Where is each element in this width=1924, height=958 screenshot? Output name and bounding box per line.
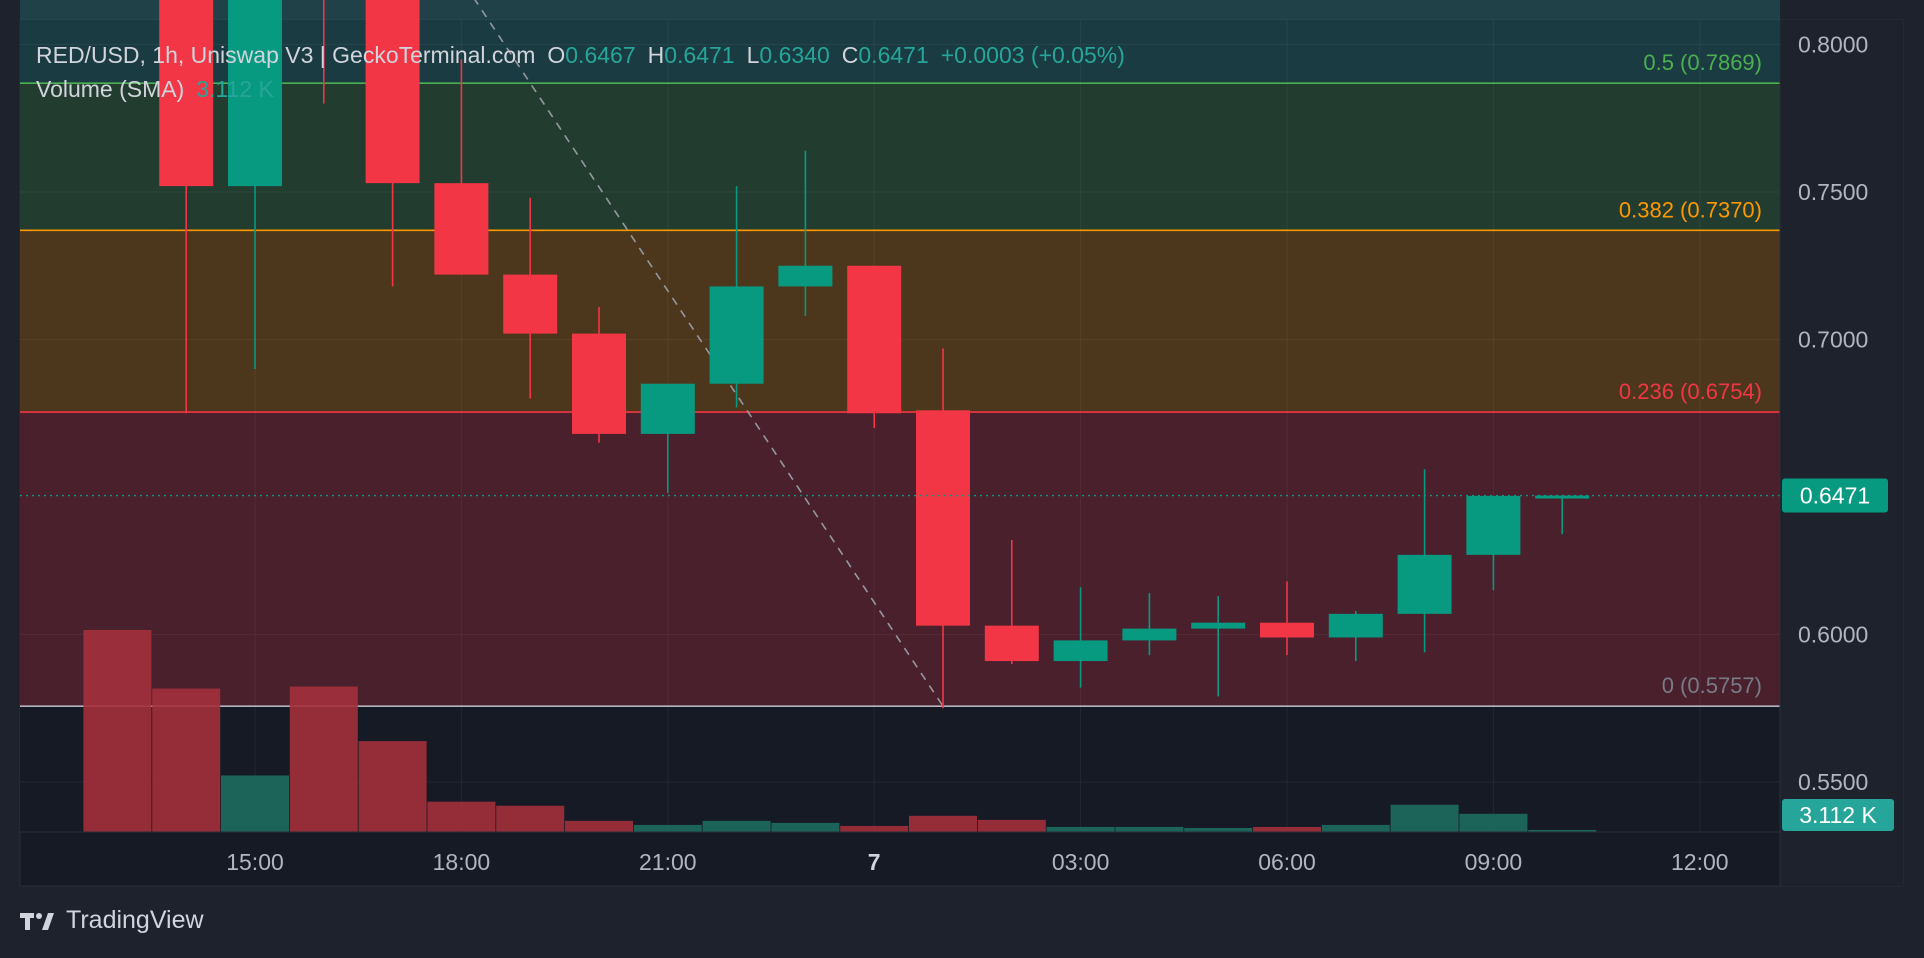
y-tick-label: 0.5500 xyxy=(1798,769,1868,795)
symbol-title: RED/USD, 1h, Uniswap V3 | GeckoTerminal.… xyxy=(36,42,536,68)
low-label: L xyxy=(746,42,760,68)
low-value: 0.6340 xyxy=(759,42,830,68)
candle-body-up xyxy=(640,383,695,434)
candle-body-up xyxy=(778,265,833,287)
volume-bar xyxy=(771,822,840,832)
candle-body-up xyxy=(1328,613,1383,638)
last-price-label: 0.6471 xyxy=(1800,483,1870,509)
tradingview-brand[interactable]: TradingView xyxy=(20,906,204,935)
x-tick-label: 12:00 xyxy=(1671,849,1729,875)
volume-bar xyxy=(909,815,977,832)
volume-bar xyxy=(977,819,1046,832)
x-tick-label: 03:00 xyxy=(1052,849,1110,875)
volume-bar xyxy=(83,630,152,832)
fib-level-label-0.382: 0.382 (0.7370) xyxy=(1619,197,1762,222)
change-value: +0.0003 (+0.05%) xyxy=(940,42,1125,68)
volume-bar xyxy=(1390,804,1459,832)
ohlc-row: RED/USD, 1h, Uniswap V3 | GeckoTerminal.… xyxy=(36,38,1125,72)
close-label: C xyxy=(841,42,859,68)
volume-label: Volume (SMA) xyxy=(36,76,185,102)
volume-row: Volume (SMA) 3.112 K xyxy=(36,72,1125,106)
high-label: H xyxy=(647,42,665,68)
volume-bar xyxy=(1459,813,1528,832)
price-axis xyxy=(1780,20,1903,886)
candle-body-up xyxy=(1466,495,1521,555)
volume-bar xyxy=(840,825,909,832)
candle-body-down xyxy=(984,625,1039,662)
candle-body-down xyxy=(1260,622,1314,638)
x-tick-label: 21:00 xyxy=(639,849,697,875)
fib-level-label-0.5: 0.5 (0.7869) xyxy=(1643,50,1762,75)
candle-body-down xyxy=(572,333,626,434)
candle-body-up xyxy=(1191,622,1246,629)
x-tick-label: 06:00 xyxy=(1258,849,1316,875)
volume-bar xyxy=(427,801,496,832)
candle-body-up xyxy=(1122,628,1177,641)
candle-body-down xyxy=(503,274,558,334)
volume-bar xyxy=(152,688,221,832)
y-tick-label: 0.8000 xyxy=(1798,32,1868,58)
high-value: 0.6471 xyxy=(664,42,735,68)
volume-bar xyxy=(289,686,358,832)
close-value: 0.6471 xyxy=(858,42,929,68)
candlestick-chart[interactable]: 1 (0.9981)0.786 (0.9077)0.618 (0.8367)0.… xyxy=(0,0,1924,958)
y-tick-label: 0.7500 xyxy=(1798,179,1868,205)
candle-body-up xyxy=(709,286,764,384)
fib-level-label-0: 0 (0.5757) xyxy=(1662,673,1762,698)
volume-badge-label: 3.112 K xyxy=(1799,802,1877,828)
candle-body-up xyxy=(1397,554,1452,614)
tradingview-logo-icon xyxy=(20,912,54,930)
x-tick-label: 15:00 xyxy=(226,849,284,875)
brand-name: TradingView xyxy=(66,906,204,934)
chart-legend: RED/USD, 1h, Uniswap V3 | GeckoTerminal.… xyxy=(36,38,1125,106)
volume-bar xyxy=(1115,826,1184,832)
x-tick-label: 7 xyxy=(868,849,881,875)
y-tick-label: 0.7000 xyxy=(1798,327,1868,353)
chart-app: { "header": { "symbol": "RED/USD, 1h, Un… xyxy=(0,0,1924,958)
fib-zone-0.236 xyxy=(20,412,1780,707)
fib-level-label-0.236: 0.236 (0.6754) xyxy=(1619,379,1762,404)
volume-bar xyxy=(1321,824,1390,832)
volume-bar xyxy=(221,775,289,832)
volume-bar xyxy=(702,820,771,832)
volume-bar xyxy=(633,824,702,832)
candle-body-down xyxy=(916,410,970,626)
volume-bar xyxy=(565,820,633,832)
volume-bar xyxy=(496,805,565,832)
volume-bar xyxy=(1184,827,1253,832)
open-value: 0.6467 xyxy=(565,42,636,68)
y-tick-label: 0.6000 xyxy=(1798,622,1868,648)
volume-bar xyxy=(1046,826,1115,832)
candle-body-up xyxy=(1053,640,1108,662)
x-tick-label: 09:00 xyxy=(1465,849,1523,875)
volume-bar xyxy=(358,741,427,832)
volume-value: 3.112 K xyxy=(196,76,274,102)
candle-body-down xyxy=(434,183,489,275)
volume-bar xyxy=(1253,826,1321,832)
x-tick-label: 18:00 xyxy=(433,849,491,875)
candle-body-down xyxy=(847,265,902,414)
open-label: O xyxy=(547,42,566,68)
